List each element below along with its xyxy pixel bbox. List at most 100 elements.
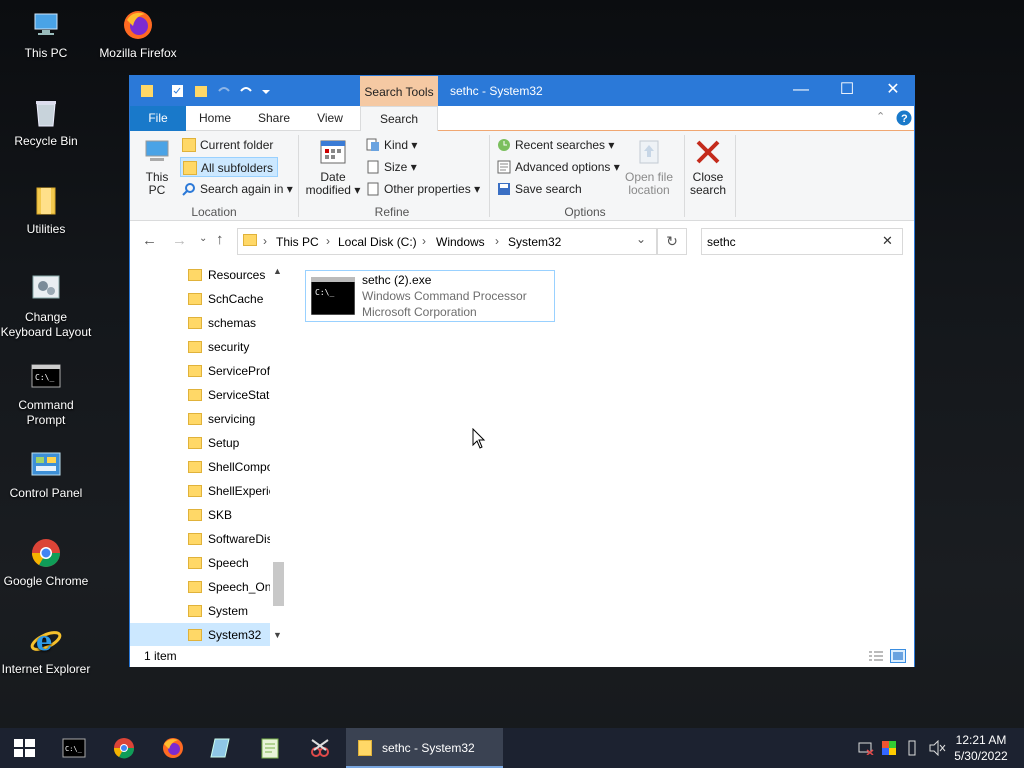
nav-item-servicing[interactable]: servicing [130, 407, 270, 431]
nav-item-shellexperie[interactable]: ShellExperie [130, 479, 270, 503]
current-folder-button[interactable]: Current folder [182, 135, 273, 155]
breadcrumb-system32[interactable]: System32 [508, 235, 561, 249]
up-arrow-icon[interactable]: ↑ [216, 231, 224, 248]
clock[interactable]: 12:21 AM 5/30/2022 [950, 732, 1012, 764]
result-filename: sethc (2).exe [362, 273, 432, 287]
search-result-item[interactable]: C:\_ sethc (2).exe Windows Command Proce… [305, 270, 555, 322]
command-prompt-icon[interactable]: C:\_ [62, 736, 86, 760]
address-bar[interactable]: › This PC › Local Disk (C:) › Windows › … [237, 228, 657, 255]
desktop-icon-google-chrome[interactable]: Google Chrome [0, 536, 92, 589]
nav-item-skb[interactable]: SKB [130, 503, 270, 527]
forward-arrow-icon[interactable]: → [172, 232, 187, 249]
nav-item-speech-one[interactable]: Speech_One [130, 575, 270, 599]
windows-start-icon[interactable] [12, 736, 36, 760]
desktop-icon-utilities[interactable]: Utilities [0, 184, 92, 237]
other-properties-button[interactable]: Other properties ▾ [366, 179, 480, 199]
help-icon[interactable]: ? [896, 110, 912, 126]
nav-item-resources[interactable]: Resources [130, 263, 270, 287]
notepad-plus-plus-icon[interactable] [258, 736, 282, 760]
nav-item-speech[interactable]: Speech [130, 551, 270, 575]
nav-item-label: System32 [208, 628, 262, 642]
mouse-cursor-icon [472, 428, 486, 449]
desktop-icon-recycle-bin[interactable]: Recycle Bin [0, 96, 92, 149]
nav-item-security[interactable]: security [130, 335, 270, 359]
tab-home[interactable]: Home [190, 106, 240, 131]
details-view-icon[interactable] [868, 650, 884, 664]
large-icons-view-icon[interactable] [890, 649, 906, 663]
search-again-in-button[interactable]: Search again in ▾ [182, 179, 293, 199]
address-dropdown-icon[interactable]: ⌄ [636, 232, 646, 246]
svg-text:C:\_: C:\_ [65, 745, 83, 753]
recent-searches-button[interactable]: Recent searches ▾ [497, 135, 614, 155]
clock-date: 5/30/2022 [954, 749, 1008, 763]
breadcrumb-local-disk[interactable]: Local Disk (C:) [338, 235, 417, 249]
minimize-button[interactable]: — [778, 76, 824, 106]
desktop-icon-firefox[interactable]: Mozilla Firefox [92, 8, 184, 61]
this-pc-label-2: PC [148, 183, 166, 197]
breadcrumb-separator-icon: › [263, 234, 267, 248]
nav-item-setup[interactable]: Setup [130, 431, 270, 455]
size-button[interactable]: Size ▾ [366, 157, 417, 177]
snipping-tool-icon[interactable] [308, 736, 332, 760]
recent-locations-chevron-icon[interactable]: ⌄ [199, 233, 207, 244]
desktop-icon-this-pc[interactable]: This PC [0, 8, 92, 61]
this-pc-button[interactable]: This PC [140, 137, 174, 197]
nav-item-servicestate[interactable]: ServiceState [130, 383, 270, 407]
nav-item-shellcompo[interactable]: ShellCompo [130, 455, 270, 479]
tab-view[interactable]: View [306, 106, 354, 131]
desktop-icon-command-prompt[interactable]: C:\_ Command Prompt [0, 360, 92, 428]
volume-muted-icon[interactable] [928, 740, 946, 756]
chrome-icon[interactable] [112, 736, 136, 760]
undo-icon[interactable] [216, 83, 232, 99]
display-icon[interactable] [881, 740, 897, 756]
close-button[interactable]: ✕ [870, 76, 916, 106]
all-subfolders-button[interactable]: All subfolders [180, 157, 279, 177]
location-group-label: Location [191, 205, 237, 219]
advanced-options-icon [497, 160, 511, 174]
scroll-up-icon[interactable]: ▲ [273, 266, 282, 276]
scrollbar-thumb[interactable] [273, 562, 284, 606]
breadcrumb-this-pc[interactable]: This PC [276, 235, 319, 249]
nav-item-system32[interactable]: System32 [130, 623, 270, 646]
new-folder-icon[interactable] [194, 83, 210, 99]
folder-icon [29, 184, 63, 218]
save-search-button[interactable]: Save search [497, 179, 582, 199]
search-input[interactable]: sethc ✕ [701, 228, 903, 255]
notepad-icon[interactable] [209, 736, 233, 760]
close-search-button[interactable]: Close search [688, 137, 728, 197]
taskbar-button-explorer[interactable]: sethc - System32 [346, 728, 503, 768]
taskbar-window-title: sethc - System32 [382, 741, 475, 755]
desktop-icon-internet-explorer[interactable]: e Internet Explorer [0, 624, 92, 677]
navigation-bar: ← → ⌄ ↑ › This PC › Local Disk (C:) › Wi… [130, 222, 914, 262]
date-modified-button[interactable]: Date modified ▾ [304, 137, 362, 197]
network-icon[interactable] [858, 741, 874, 755]
size-icon [366, 160, 380, 174]
kind-button[interactable]: Kind ▾ [366, 135, 417, 155]
usb-device-icon[interactable] [906, 739, 918, 757]
navigation-pane-scrollbar[interactable]: ▲ ▼ [270, 262, 287, 646]
redo-icon[interactable] [238, 83, 254, 99]
desktop-icon-change-keyboard-layout[interactable]: Change Keyboard Layout [0, 272, 92, 340]
refresh-button[interactable]: ↻ [657, 228, 687, 255]
open-file-location-button[interactable]: Open file location [622, 137, 676, 197]
nav-item-softwaredis[interactable]: SoftwareDis [130, 527, 270, 551]
folder-icon [188, 533, 202, 545]
desktop-icon-control-panel[interactable]: Control Panel [0, 448, 92, 501]
nav-item-serviceprofi[interactable]: ServiceProfi [130, 359, 270, 383]
back-arrow-icon[interactable]: ← [142, 232, 157, 249]
nav-item-schcache[interactable]: SchCache [130, 287, 270, 311]
tab-search[interactable]: Search [360, 106, 438, 132]
breadcrumb-windows[interactable]: Windows [436, 235, 485, 249]
clear-search-icon[interactable]: ✕ [882, 233, 893, 249]
customize-toolbar-icon[interactable] [258, 83, 274, 99]
advanced-options-button[interactable]: Advanced options ▾ [497, 157, 620, 177]
collapse-ribbon-icon[interactable]: ⌃ [876, 110, 885, 123]
firefox-icon[interactable] [161, 736, 185, 760]
tab-file[interactable]: File [130, 106, 186, 131]
scroll-down-icon[interactable]: ▼ [273, 630, 282, 640]
maximize-button[interactable]: ☐ [824, 76, 870, 106]
properties-icon[interactable] [170, 83, 186, 99]
nav-item-system[interactable]: System [130, 599, 270, 623]
tab-share[interactable]: Share [248, 106, 300, 131]
nav-item-schemas[interactable]: schemas [130, 311, 270, 335]
